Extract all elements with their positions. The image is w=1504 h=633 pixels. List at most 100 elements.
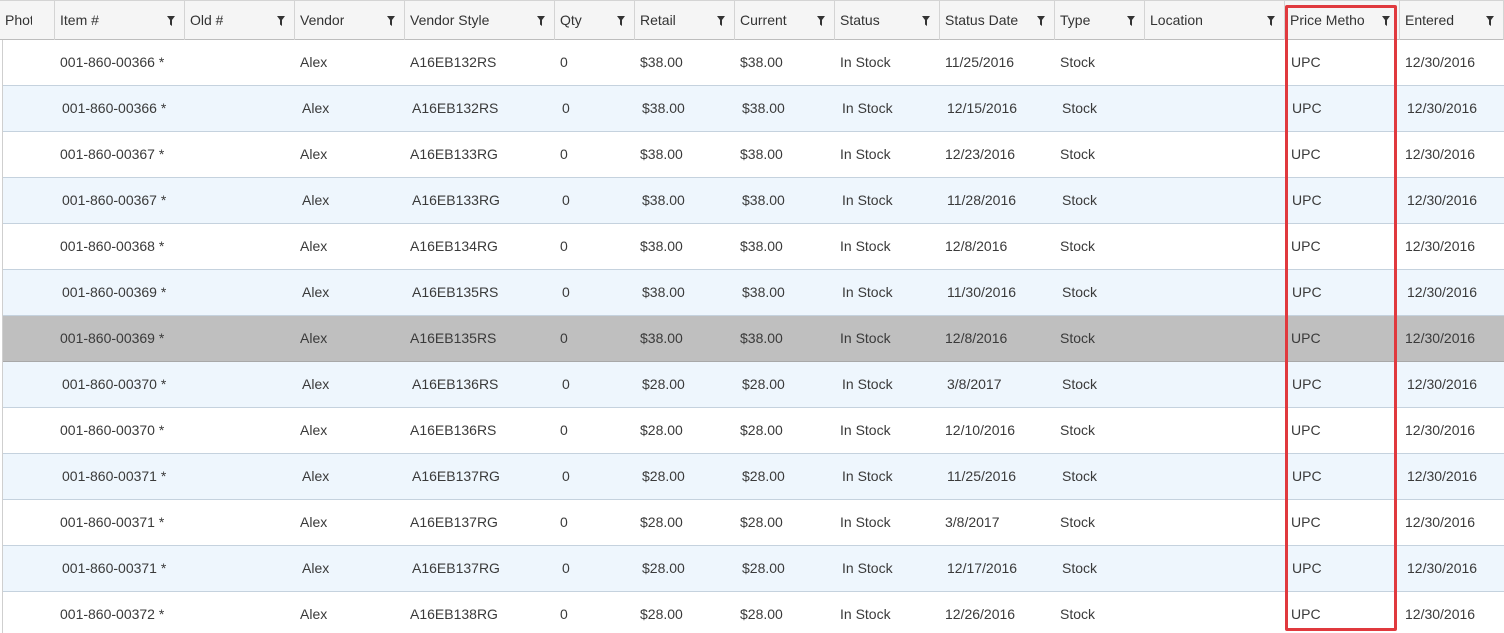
column-header-current[interactable]: Current — [735, 1, 835, 40]
cell-qty: 0 — [560, 146, 568, 162]
table-row[interactable]: 001-860-00367 * Alex A16EB133RG 0 $38.00 $38.… — [3, 178, 1504, 224]
column-header-retail[interactable]: Retail — [635, 1, 735, 40]
column-header-vendor[interactable]: Vendor — [295, 1, 405, 40]
column-header-type[interactable]: Type — [1055, 1, 1145, 40]
cell-entered: 12/30/2016 — [1405, 54, 1476, 70]
filter-icon[interactable] — [1127, 16, 1135, 26]
column-header-label: Price Metho — [1290, 12, 1365, 28]
filter-icon[interactable] — [1267, 16, 1275, 26]
column-header-qty[interactable]: Qty — [555, 1, 635, 40]
column-header-label: Photo — [5, 12, 32, 28]
filter-icon[interactable] — [1486, 16, 1494, 26]
cell-current: $38.00 — [742, 100, 785, 116]
cell-status-date: 11/30/2016 — [947, 284, 1017, 300]
column-header-vendor-style[interactable]: Vendor Style — [405, 1, 555, 40]
table-row[interactable]: 001-860-00370 * Alex A16EB136RS 0 $28.00 $28.… — [3, 408, 1504, 454]
cell-type: Stock — [1060, 54, 1096, 70]
cell-status-date: 11/25/2016 — [947, 468, 1017, 484]
column-header-entered[interactable]: Entered — [1400, 1, 1504, 40]
table-row[interactable]: 001-860-00366 * Alex A16EB132RS 0 $38.00 $38.… — [3, 40, 1504, 86]
cell-status-date: 12/10/2016 — [945, 422, 1016, 438]
cell-status: In Stock — [840, 514, 891, 530]
table-row[interactable]: 001-860-00367 * Alex A16EB133RG 0 $38.00 $38.… — [3, 132, 1504, 178]
column-header-old[interactable]: Old # — [185, 1, 295, 40]
cell-current: $28.00 — [742, 468, 785, 484]
cell-status-date: 3/8/2017 — [947, 376, 1002, 392]
filter-icon[interactable] — [277, 16, 285, 26]
cell-current: $38.00 — [742, 192, 785, 208]
cell-entered: 12/30/2016 — [1405, 606, 1476, 622]
table-row[interactable]: 001-860-00371 * Alex A16EB137RG 0 $28.00 $28.… — [3, 500, 1504, 546]
table-row[interactable]: 001-860-00371 * Alex A16EB137RG 0 $28.00 $28.… — [3, 546, 1504, 592]
cell-vendor-style: A16EB132RS — [410, 54, 497, 70]
cell-vendor: Alex — [300, 146, 328, 162]
cell-type: Stock — [1062, 192, 1098, 208]
cell-item: 001-860-00366 * — [62, 100, 167, 116]
column-header-item[interactable]: Item # — [55, 1, 185, 40]
cell-type: Stock — [1060, 330, 1096, 346]
cell-vendor-style: A16EB137RG — [412, 560, 500, 576]
cell-qty: 0 — [560, 514, 568, 530]
column-header-label: Qty — [560, 12, 582, 28]
filter-icon[interactable] — [1382, 16, 1390, 26]
cell-vendor: Alex — [302, 376, 330, 392]
filter-icon[interactable] — [537, 16, 545, 26]
cell-status-date: 12/15/2016 — [947, 100, 1018, 116]
cell-vendor: Alex — [300, 54, 328, 70]
table-row[interactable]: 001-860-00368 * Alex A16EB134RG 0 $38.00 $38.… — [3, 224, 1504, 270]
table-row[interactable]: 001-860-00371 * Alex A16EB137RG 0 $28.00 $28.… — [3, 454, 1504, 500]
table-row-selected[interactable]: 001-860-00369 * Alex A16EB135RS 0 $38.00 $38.… — [3, 316, 1504, 362]
cell-retail: $38.00 — [640, 330, 683, 346]
cell-status-date: 11/28/2016 — [947, 192, 1017, 208]
cell-item: 001-860-00370 * — [60, 422, 165, 438]
cell-qty: 0 — [560, 606, 568, 622]
table-row[interactable]: 001-860-00369 * Alex A16EB135RS 0 $38.00 $38.… — [3, 270, 1504, 316]
cell-qty: 0 — [560, 238, 568, 254]
column-header-label: Status — [840, 12, 880, 28]
cell-type: Stock — [1060, 238, 1096, 254]
grid-body[interactable]: 001-860-00366 * Alex A16EB132RS 0 $38.00 $38.… — [2, 40, 1504, 633]
column-header-location[interactable]: Location — [1145, 1, 1285, 40]
table-row[interactable]: 001-860-00370 * Alex A16EB136RS 0 $28.00 $28.… — [3, 362, 1504, 408]
cell-status: In Stock — [842, 192, 893, 208]
grid-header: Photo Item # Old # Vendor Vendor Style Qty Ret… — [0, 0, 1504, 40]
cell-retail: $28.00 — [640, 514, 683, 530]
cell-current: $38.00 — [740, 330, 783, 346]
filter-icon[interactable] — [817, 16, 825, 26]
filter-icon[interactable] — [717, 16, 725, 26]
table-row[interactable]: 001-860-00366 * Alex A16EB132RS 0 $38.00 $38.… — [3, 86, 1504, 132]
cell-status-date: 12/17/2016 — [947, 560, 1018, 576]
table-row[interactable]: 001-860-00372 * Alex A16EB138RG 0 $28.00 $28.… — [3, 592, 1504, 633]
cell-current: $28.00 — [742, 560, 785, 576]
cell-item: 001-860-00367 * — [62, 192, 167, 208]
cell-current: $38.00 — [740, 146, 783, 162]
cell-retail: $38.00 — [642, 100, 685, 116]
cell-type: Stock — [1062, 560, 1098, 576]
cell-status: In Stock — [840, 422, 891, 438]
cell-type: Stock — [1060, 146, 1096, 162]
cell-vendor-style: A16EB133RG — [412, 192, 500, 208]
column-header-status-date[interactable]: Status Date — [940, 1, 1055, 40]
cell-price-method: UPC — [1291, 330, 1321, 346]
cell-entered: 12/30/2016 — [1407, 284, 1478, 300]
cell-type: Stock — [1060, 422, 1096, 438]
column-header-label: Status Date — [945, 12, 1019, 28]
cell-vendor: Alex — [302, 560, 330, 576]
cell-vendor-style: A16EB137RG — [412, 468, 500, 484]
filter-icon[interactable] — [167, 16, 175, 26]
cell-entered: 12/30/2016 — [1407, 100, 1478, 116]
filter-icon[interactable] — [922, 16, 930, 26]
filter-icon[interactable] — [1037, 16, 1045, 26]
column-header-photo[interactable]: Photo — [0, 1, 55, 40]
cell-current: $28.00 — [740, 606, 783, 622]
cell-item: 001-860-00369 * — [62, 284, 167, 300]
cell-qty: 0 — [562, 284, 570, 300]
cell-current: $38.00 — [740, 238, 783, 254]
column-header-status[interactable]: Status — [835, 1, 940, 40]
column-header-label: Vendor Style — [410, 12, 490, 28]
filter-icon[interactable] — [387, 16, 395, 26]
cell-vendor: Alex — [302, 192, 330, 208]
column-header-price-method[interactable]: Price Metho — [1285, 1, 1400, 40]
filter-icon[interactable] — [617, 16, 625, 26]
cell-retail: $38.00 — [642, 192, 685, 208]
